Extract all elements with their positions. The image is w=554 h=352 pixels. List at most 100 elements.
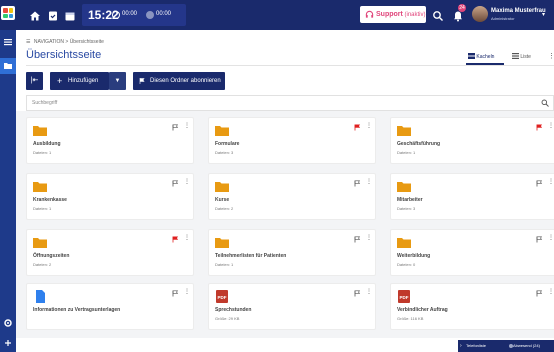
file-card[interactable]: ⋮ Ausbildung Dateien: 1 [26,117,194,164]
flag-active-icon[interactable] [172,236,179,243]
header-divider [26,65,554,66]
card-title: Informationen zu Vertragsunterlagen [33,307,121,313]
file-card[interactable]: ⋮ Kurse Dateien: 2 [208,173,376,220]
flag-icon[interactable] [536,180,543,187]
folder-nav-icon[interactable] [3,61,13,71]
svg-text:PDF: PDF [400,295,409,300]
absent-status[interactable]: Abwesend (24) [513,340,540,352]
file-card[interactable]: ⋮ Teilnehmerlisten für Patienten Dateien: … [208,229,376,276]
collapse-button[interactable]: |⇤ [26,72,43,90]
chevron-right-icon[interactable]: › [460,340,462,352]
file-card[interactable]: ⋮ Mitarbeiter Dateien: 3 [390,173,554,220]
timer-play-icon[interactable] [112,11,120,19]
page-title: Übersichtsseite [26,49,102,61]
card-more-icon[interactable]: ⋮ [548,235,554,241]
card-more-icon[interactable]: ⋮ [366,123,372,129]
card-meta: Dateien: 1 [33,150,52,155]
app-logo[interactable] [1,6,15,20]
flag-icon[interactable] [536,290,543,297]
avatar[interactable] [472,6,488,22]
card-meta: Dateien: 2 [215,206,234,211]
file-card[interactable]: ⋮ Formulare Dateien: 3 [208,117,376,164]
folder-icon [397,126,411,136]
support-button[interactable]: Support (inaktiv) [360,6,426,23]
top-bar: 15:22 00:00 00:00 Support (inaktiv) 24 M… [16,0,554,30]
grid-menu-icon[interactable] [3,37,13,47]
breadcrumb-nav[interactable]: NAVIGATION [34,39,64,45]
file-card[interactable]: ⋮ Geschäftsführung Dateien: 1 [390,117,554,164]
flag-active-icon[interactable] [536,124,543,131]
file-card[interactable]: ⋮ Öffnungszeiten Dateien: 2 [26,229,194,276]
file-card[interactable]: ⋮ Weiterbildung Dateien: 0 [390,229,554,276]
flag-icon[interactable] [172,290,179,297]
card-more-icon[interactable]: ⋮ [184,289,190,295]
notification-badge: 24 [458,4,466,12]
timer-stop-icon[interactable] [146,11,154,19]
card-title: Mitarbeiter [397,197,423,203]
chevron-down-icon: ▼ [114,78,121,84]
card-more-icon[interactable]: ⋮ [184,235,190,241]
card-title: Kurse [215,197,230,203]
rail-strip [0,30,16,352]
search-field-icon[interactable] [541,99,549,107]
user-menu-chevron-icon[interactable]: ▾ [542,11,545,18]
search-icon[interactable] [432,9,444,21]
pdf-icon: PDF [216,290,228,303]
settings-icon[interactable] [3,318,13,328]
card-more-icon[interactable]: ⋮ [366,289,372,295]
card-more-icon[interactable]: ⋮ [184,179,190,185]
search-input[interactable]: Suchbegriff [26,95,554,111]
flag-icon[interactable] [354,290,361,297]
pdf-icon: PDF [398,290,410,303]
file-card[interactable]: PDF ⋮ Verbindlicher Auftrag Größe: 116 KB [390,283,554,330]
card-meta: Größe: 29 KB [215,316,240,321]
folder-icon [397,182,411,192]
card-meta: Dateien: 0 [397,262,416,267]
tab-list[interactable]: Liste [512,53,531,60]
flag-icon[interactable] [354,236,361,243]
tab-list-label: Liste [520,54,531,60]
header-more-icon[interactable]: ⋮ [548,52,554,60]
folder-icon [33,182,47,192]
card-title: Formulare [215,141,240,147]
flag-icon[interactable] [354,180,361,187]
card-more-icon[interactable]: ⋮ [366,235,372,241]
card-meta: Größe: 116 KB [397,316,424,321]
card-title: Verbindlicher Auftrag [397,307,448,313]
card-title: Öffnungszeiten [33,253,70,259]
flag-active-icon[interactable] [354,124,361,131]
home-icon[interactable] [29,9,41,21]
card-more-icon[interactable]: ⋮ [184,123,190,129]
breadcrumb-menu-icon[interactable]: ☰ [26,39,30,45]
tab-tiles[interactable]: Kacheln [468,53,494,60]
card-more-icon[interactable]: ⋮ [548,179,554,185]
file-card[interactable]: ⋮ Krankenkasse Dateien: 1 [26,173,194,220]
breadcrumb: ☰ NAVIGATION > Übersichtsseite [26,39,104,45]
phone-list-link[interactable]: Telefonliste [466,340,486,352]
card-more-icon[interactable]: ⋮ [548,123,554,129]
search-placeholder: Suchbegriff [32,100,58,106]
card-meta: Dateien: 3 [397,206,416,211]
file-card[interactable]: ⋮ Informationen zu Vertragsunterlagen [26,283,194,330]
user-name[interactable]: Maxima Musterfrau [491,8,546,14]
timer-2: 00:00 [156,11,172,17]
subscribe-folder-button[interactable]: Diesen Ordner abonnieren [133,72,225,90]
calendar-icon[interactable] [64,9,76,21]
checklist-icon[interactable] [47,9,59,21]
breadcrumb-current: Übersichtsseite [69,39,104,45]
flag-icon[interactable] [172,124,179,131]
add-dropdown-button[interactable]: ▼ [109,72,126,90]
flag-icon[interactable] [536,236,543,243]
flag-icon [139,78,145,84]
breadcrumb-separator: > [65,39,69,45]
expand-rail-icon[interactable] [3,338,13,348]
card-more-icon[interactable]: ⋮ [548,289,554,295]
footer-status-bar: › Telefonliste Abwesend (24) [458,340,554,352]
folder-icon [33,126,47,136]
card-more-icon[interactable]: ⋮ [366,179,372,185]
add-button[interactable]: + Hinzufügen [50,72,109,90]
file-card[interactable]: PDF ⋮ Sprechstunden Größe: 29 KB [208,283,376,330]
flag-icon[interactable] [172,180,179,187]
card-title: Geschäftsführung [397,141,441,147]
list-icon [512,53,519,59]
